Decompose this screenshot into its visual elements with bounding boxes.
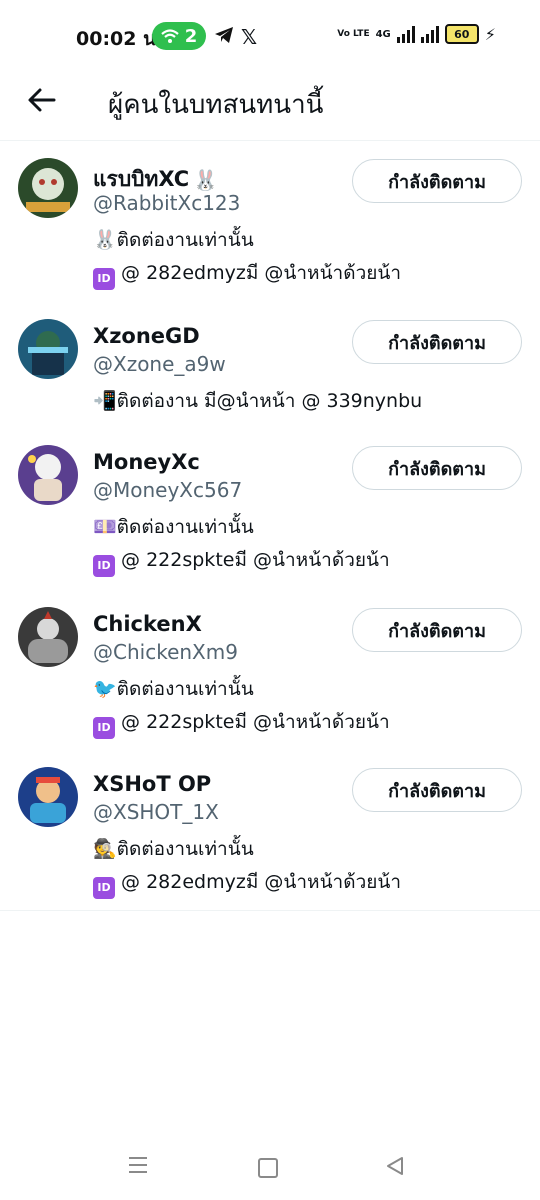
following-button[interactable]: กำลังติดตาม bbox=[352, 320, 522, 364]
following-button[interactable]: กำลังติดตาม bbox=[352, 768, 522, 812]
bio-line: ID @ 222spkteมี @นำหน้าด้วยน้า bbox=[93, 545, 390, 577]
bio-line: ID @ 222spkteมี @นำหน้าด้วยน้า bbox=[93, 707, 390, 739]
user-handle: @XSHOT_1X bbox=[93, 800, 219, 824]
recent-apps-icon[interactable] bbox=[128, 1156, 148, 1174]
avatar[interactable] bbox=[18, 319, 78, 379]
signal-icon-1 bbox=[396, 25, 415, 43]
bio-line: ID @ 282edmyzมี @นำหน้าด้วยน้า bbox=[93, 867, 401, 899]
bio-id-text: @ 222spkteมี @นำหน้าด้วยน้า bbox=[121, 711, 390, 733]
bio-line: 📲ติดต่องาน มี@นำหน้า @ 339nynbu bbox=[93, 390, 423, 412]
avatar[interactable] bbox=[18, 767, 78, 827]
status-time: 00:02 น. bbox=[76, 28, 164, 50]
following-button[interactable]: กำลังติดตาม bbox=[352, 159, 522, 203]
charging-icon: ⚡ bbox=[484, 24, 496, 44]
display-name: XSHoT OP bbox=[93, 772, 212, 796]
signal-icon-2 bbox=[420, 25, 439, 43]
bio-id-text: @ 282edmyzมี @นำหน้าด้วยน้า bbox=[121, 262, 402, 284]
bio-line: ID @ 282edmyzมี @นำหน้าด้วยน้า bbox=[93, 258, 401, 290]
battery-icon: 60 bbox=[444, 24, 479, 44]
network-type: 4G bbox=[375, 28, 391, 40]
user-handle: @RabbitXc123 bbox=[93, 191, 241, 215]
page-header: ผู้คนในบทสนทนานี้ bbox=[0, 72, 540, 141]
bio-id-text: @ 222spkteมี @นำหน้าด้วยน้า bbox=[121, 549, 390, 571]
id-badge-icon: ID bbox=[93, 877, 115, 899]
user-row[interactable]: XSHoT OP @XSHOT_1X 🕵️ติดต่องานเท่านั้น I… bbox=[0, 750, 540, 910]
system-nav-bar bbox=[0, 1140, 540, 1200]
telegram-icon bbox=[215, 27, 233, 43]
avatar[interactable] bbox=[18, 607, 78, 667]
user-handle: @Xzone_a9w bbox=[93, 352, 226, 376]
status-bar: 00:02 น. 2 𝕏 Vo LTE 4G 60 ⚡ bbox=[0, 0, 540, 72]
battery-level: 60 bbox=[454, 27, 470, 41]
user-list: แรบบิทXC 🐰 @RabbitXc123 🐰ติดต่องานเท่านั… bbox=[0, 141, 540, 911]
back-arrow-icon[interactable] bbox=[26, 84, 58, 116]
bio-line: 💷ติดต่องานเท่านั้น bbox=[93, 516, 254, 538]
home-icon[interactable] bbox=[258, 1158, 278, 1178]
page-title: ผู้คนในบทสนทนานี้ bbox=[108, 90, 324, 120]
user-row[interactable]: ChickenX @ChickenXm9 🐦ติดต่องานเท่านั้น … bbox=[0, 590, 540, 750]
user-row[interactable]: XzoneGD @Xzone_a9w 📲ติดต่องาน มี@นำหน้า … bbox=[0, 302, 540, 430]
display-name: MoneyXc bbox=[93, 450, 200, 474]
avatar[interactable] bbox=[18, 445, 78, 505]
avatar[interactable] bbox=[18, 158, 78, 218]
display-name: ChickenX bbox=[93, 612, 202, 636]
user-row[interactable]: แรบบิทXC 🐰 @RabbitXc123 🐰ติดต่องานเท่านั… bbox=[0, 141, 540, 302]
x-app-icon: 𝕏 bbox=[241, 25, 258, 49]
rabbit-emoji-icon: 🐰 bbox=[193, 167, 219, 192]
display-name: XzoneGD bbox=[93, 324, 200, 348]
following-button[interactable]: กำลังติดตาม bbox=[352, 446, 522, 490]
bio-line: 🕵️ติดต่องานเท่านั้น bbox=[93, 838, 254, 860]
user-row[interactable]: MoneyXc @MoneyXc567 💷ติดต่องานเท่านั้น I… bbox=[0, 430, 540, 590]
bio-line: 🐰ติดต่องานเท่านั้น bbox=[93, 229, 254, 251]
following-button[interactable]: กำลังติดตาม bbox=[352, 608, 522, 652]
id-badge-icon: ID bbox=[93, 717, 115, 739]
id-badge-icon: ID bbox=[93, 555, 115, 577]
hotspot-count: 2 bbox=[184, 25, 198, 47]
user-handle: @ChickenXm9 bbox=[93, 640, 238, 664]
id-badge-icon: ID bbox=[93, 268, 115, 290]
wifi-icon bbox=[161, 29, 179, 43]
bio-line: 🐦ติดต่องานเท่านั้น bbox=[93, 678, 254, 700]
bio-id-text: @ 282edmyzมี @นำหน้าด้วยน้า bbox=[121, 871, 402, 893]
back-triangle-icon[interactable] bbox=[386, 1156, 404, 1176]
hotspot-indicator: 2 bbox=[152, 22, 206, 50]
user-handle: @MoneyXc567 bbox=[93, 478, 243, 502]
volte-indicator: Vo LTE bbox=[337, 28, 370, 39]
